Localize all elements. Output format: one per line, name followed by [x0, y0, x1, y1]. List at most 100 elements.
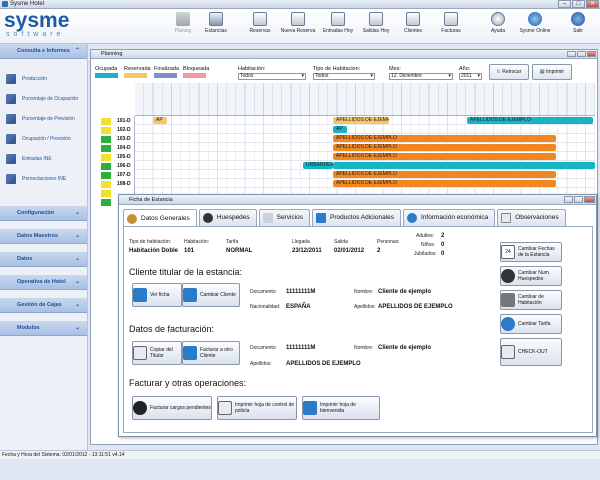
report-icon	[6, 154, 16, 164]
maximize-button[interactable]: □	[572, 0, 585, 8]
toolbar-reservas-button[interactable]: Reservas	[240, 12, 280, 34]
booking-bar[interactable]: AP	[153, 117, 167, 124]
sidebar-item-produccion[interactable]: Producción	[0, 69, 87, 89]
sidebar-item-porcentaje-prevision[interactable]: Porcentaje de Previsión	[0, 109, 87, 129]
room-label: 103-D	[117, 136, 131, 142]
invoices-icon	[444, 12, 458, 26]
close-button[interactable]: ✕	[586, 0, 599, 8]
room-label: 102-D	[117, 127, 131, 133]
ficha-maximize-button[interactable]	[574, 196, 583, 203]
cambiar-huespedes-button[interactable]: Cambiar Num. Huespedes	[500, 266, 562, 286]
tag-icon	[316, 213, 327, 223]
ano-stepper[interactable]: 2011	[459, 73, 482, 80]
euro-icon	[501, 317, 515, 331]
book-icon	[303, 401, 317, 415]
planning-maximize-button[interactable]	[577, 51, 586, 57]
main-toolbar: sysme software Planing Estancias Reserva…	[0, 9, 600, 44]
tab-huespedes[interactable]: Huespedes	[198, 209, 257, 226]
checkout-icon	[501, 345, 515, 359]
ver-ficha-button[interactable]: Ver ficha	[132, 283, 182, 307]
globe-icon	[528, 12, 542, 26]
operaciones-heading: Facturar y otras operaciones:	[129, 378, 247, 388]
arrivals-icon	[331, 12, 345, 26]
facturar-cargos-button[interactable]: Facturar cargos pendientes	[132, 396, 212, 420]
booking-bar[interactable]: URBANDER	[303, 162, 333, 169]
copiar-titular-button[interactable]: Copiar del Titular	[132, 341, 182, 365]
booking-bar[interactable]: APELLIDOS DE EJEMPLO	[333, 144, 556, 151]
toolbar-ayuda-button[interactable]: Ayuda	[478, 12, 518, 34]
ano-filter: Año: 2011	[459, 66, 482, 80]
tab-informacion-economica[interactable]: Información económica	[403, 209, 496, 226]
habitacion-select[interactable]: Todos	[238, 73, 306, 80]
sidebar-group-consulta[interactable]: Consulta e Informes ⌃	[0, 44, 87, 59]
chevron-down-icon: ⌄	[74, 233, 80, 239]
tarifa-value: NORMAL	[226, 248, 253, 254]
booking-bar[interactable]: APELLIDOS DE EJEMPLO	[333, 171, 556, 178]
booking-bar[interactable]: APELLIDOS DE EJEMPLO	[333, 117, 389, 124]
toolbar-nueva-reserva-button[interactable]: Nueva Reserva	[278, 12, 318, 34]
imprimir-bienvenida-button[interactable]: Imprimir hoja de bienvenida	[302, 396, 380, 420]
sidebar-item-pernoctaciones-ine[interactable]: Pernoctaciones INE	[0, 169, 87, 189]
tipo-habitacion-select[interactable]: Todos	[313, 73, 375, 80]
planning-icon	[176, 12, 190, 26]
booking-bar[interactable]: APELLIDOS DE EJEMPLO	[333, 135, 556, 142]
cambiar-tarifa-button[interactable]: Cambiar Tarifa	[500, 314, 562, 334]
sidebar-group-configuracion[interactable]: Configuración ⌄	[0, 206, 87, 221]
sidebar-group-modulos[interactable]: Modulos ⌄	[0, 321, 87, 336]
window-title: Sysme Hotel	[10, 1, 45, 7]
sidebar-group-datos-maestros[interactable]: Datos Maestros ⌄	[0, 229, 87, 244]
toolbar-clientes-button[interactable]: Clientes	[393, 12, 433, 34]
booking-bar[interactable]: AP	[333, 126, 347, 133]
window-titlebar: Sysme Hotel – □ ✕	[0, 0, 600, 9]
habitacion-label: Habitación:	[184, 239, 210, 245]
facturar-otro-cliente-button[interactable]: Facturar a otro Cliente	[182, 341, 240, 365]
llegada-value: 23/12/2011	[292, 248, 322, 254]
minimize-button[interactable]: –	[558, 0, 571, 8]
booking-bar[interactable]: APELLIDOS DE EJEMPLO	[467, 117, 593, 124]
toolbar-facturas-button[interactable]: Facturas	[431, 12, 471, 34]
nacionalidad-label: Nacionalidad:	[250, 304, 281, 310]
ficha-minimize-button[interactable]	[564, 196, 573, 203]
adultos-label: Adultos:	[416, 233, 435, 239]
f-nombre-value: Cliente de ejemplo	[378, 345, 432, 351]
wrench-icon	[501, 293, 515, 307]
planning-close-button[interactable]	[587, 51, 596, 57]
tab-datos-generales[interactable]: Datos Generales	[123, 209, 197, 227]
booking-bar[interactable]: APELLIDOS DE EJEMPLO	[333, 153, 556, 160]
toolbar-salidas-hoy-button[interactable]: Salidas Hoy	[356, 12, 396, 34]
legend-reservada: Reservada	[124, 66, 151, 78]
booking-bar[interactable]	[333, 162, 595, 169]
toolbar-estancias-button[interactable]: Estancias	[196, 12, 236, 34]
retrocar-button[interactable]: ↻ Retrocar	[489, 64, 529, 80]
sidebar-item-ocupacion-prevision[interactable]: Ocupación / Previsión	[0, 129, 87, 149]
tab-servicios[interactable]: Servicios	[258, 209, 311, 226]
cambiar-habitacion-button[interactable]: Cambiar de Habitación	[500, 290, 562, 310]
sidebar-item-porcentaje-ocupacion[interactable]: Porcentaje de Ocupación	[0, 89, 87, 109]
imprimir-control-policia-button[interactable]: Imprimir hoja de control de policía	[217, 396, 297, 420]
tab-productos-adicionales[interactable]: Productos Adicionales	[312, 209, 402, 226]
check-out-button[interactable]: CHECK-OUT	[500, 338, 562, 366]
planning-minimize-button[interactable]	[567, 51, 576, 57]
sidebar-item-entradas-ine[interactable]: Entradas INE	[0, 149, 87, 169]
sidebar-group-gestion-cajas[interactable]: Gestión de Cajas ⌄	[0, 298, 87, 313]
sidebar-group-operativa-hotel[interactable]: Operativa de Hotel ⌄	[0, 275, 87, 290]
tab-observaciones[interactable]: Observaciones	[497, 209, 566, 226]
help-icon	[491, 12, 505, 26]
chevron-up-icon: ⌃	[74, 48, 80, 54]
tipo-habitacion-label: Tipo de habitación:	[129, 239, 172, 245]
booking-bar[interactable]: APELLIDOS DE EJEMPLO	[333, 180, 556, 187]
sidebar-group-datos[interactable]: Datos ⌄	[0, 252, 87, 267]
toolbar-salir-button[interactable]: Salir	[558, 12, 598, 34]
euro-icon	[133, 401, 147, 415]
ficha-close-button[interactable]	[584, 196, 595, 203]
nacionalidad-value: ESPAÑA	[286, 304, 311, 310]
chevron-down-icon: ⌄	[74, 279, 80, 285]
copy-icon	[133, 346, 147, 360]
home-icon	[127, 213, 137, 224]
imprimir-button[interactable]: ▤ Imprimir	[532, 64, 572, 80]
cambiar-fechas-button[interactable]: 24 Cambiar Fechas de la Estancia	[500, 242, 562, 262]
toolbar-entradas-hoy-button[interactable]: Entradas Hoy	[318, 12, 358, 34]
toolbar-sysme-online-button[interactable]: Sysme Online	[515, 12, 555, 34]
mes-select[interactable]: 12. Diciembre	[389, 73, 453, 80]
cambiar-cliente-button[interactable]: Cambiar Cliente	[182, 283, 240, 307]
